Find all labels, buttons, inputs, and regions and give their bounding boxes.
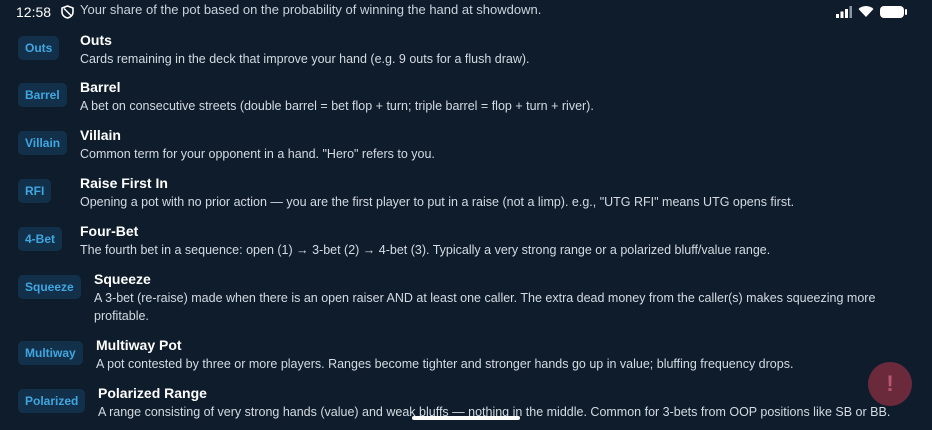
report-button[interactable]: ! [868, 362, 912, 406]
signal-icon [836, 5, 852, 18]
term-description: Opening a pot with no prior action — you… [80, 195, 795, 209]
term-description: The fourth bet in a sequence: open (1) →… [80, 243, 771, 257]
term-title: Outs [80, 32, 112, 48]
term-description: A pot contested by three or more players… [96, 357, 794, 371]
term-badge: Outs [18, 36, 60, 60]
term-title: Villain [80, 127, 121, 143]
term-description: A bet on consecutive streets (double bar… [80, 99, 594, 113]
term-badge: RFI [18, 179, 52, 203]
shield-icon [61, 5, 74, 19]
term-title: Polarized Range [98, 385, 207, 401]
term-title: Barrel [80, 79, 121, 95]
term-description: A 3-bet (re-raise) made when there is an… [94, 291, 876, 323]
term-title: Raise First In [80, 175, 168, 191]
term-title: Multiway Pot [96, 337, 182, 353]
previous-entry-description: Your share of the pot based on the proba… [80, 2, 542, 17]
battery-icon [880, 5, 907, 18]
wifi-icon [858, 6, 874, 18]
term-description: Cards remaining in the deck that improve… [80, 52, 530, 66]
term-title: Four-Bet [80, 223, 139, 239]
term-badge: Barrel [18, 83, 67, 107]
status-time: 12:58 [16, 4, 52, 20]
term-description: Common term for your opponent in a hand.… [80, 147, 435, 161]
term-badge: Polarized [18, 389, 86, 413]
term-title: Squeeze [94, 271, 151, 287]
status-icons [836, 5, 907, 18]
home-indicator[interactable] [412, 416, 520, 420]
exclamation-icon: ! [886, 371, 894, 396]
term-badge: 4-Bet [18, 227, 63, 251]
term-badge: Villain [18, 131, 68, 155]
term-badge: Squeeze [18, 275, 81, 299]
term-badge: Multiway [18, 341, 83, 365]
